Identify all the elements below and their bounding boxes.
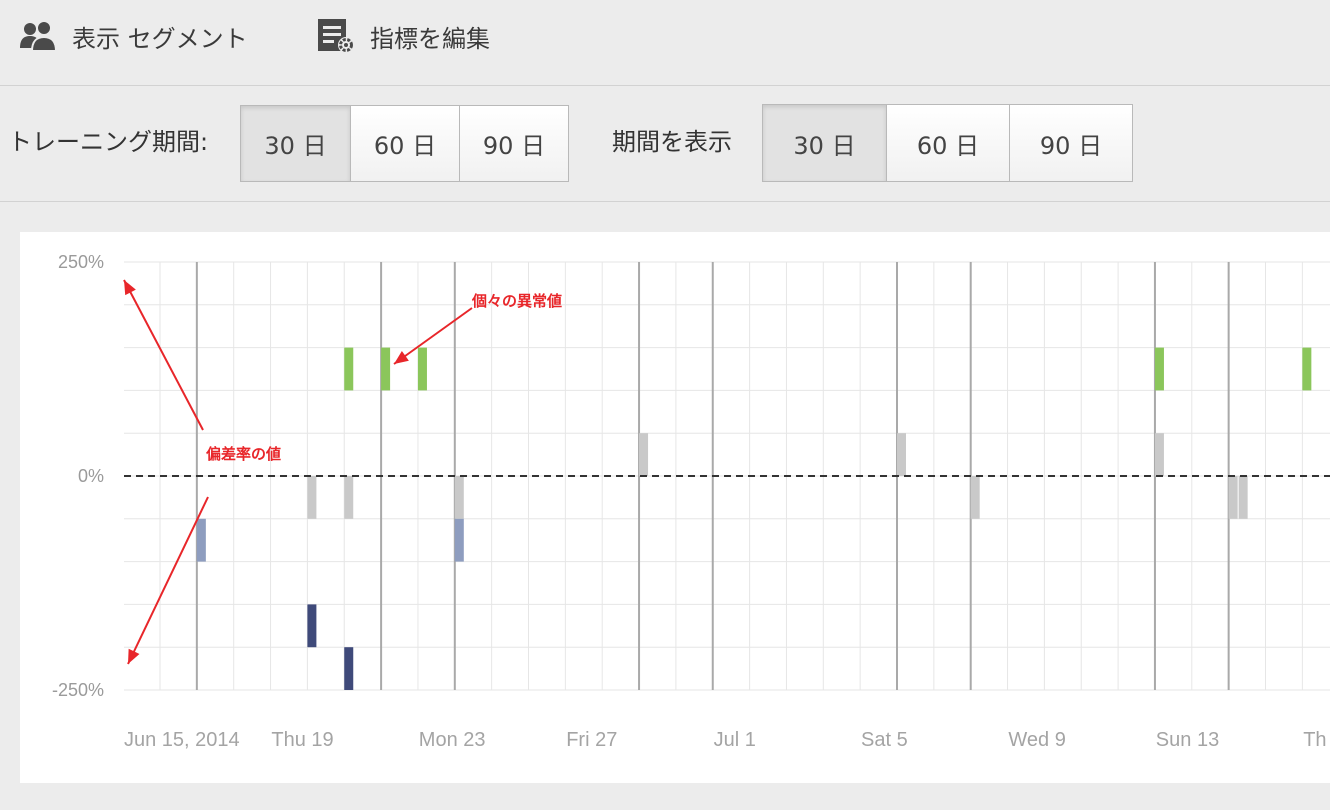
display-period-label: 期間を表示 bbox=[612, 128, 732, 156]
anomaly-bar bbox=[1238, 476, 1248, 519]
anomaly-bar bbox=[454, 476, 464, 519]
display-period-group: 30 日 60 日 90 日 bbox=[762, 104, 1133, 182]
training-60-days-button[interactable]: 60 日 bbox=[350, 106, 459, 181]
anomaly-bar bbox=[417, 347, 427, 391]
edit-metrics-label: 指標を編集 bbox=[370, 24, 490, 53]
training-period-group: 30 日 60 日 90 日 bbox=[240, 105, 569, 182]
x-tick-label: Jun 15, 2014 bbox=[124, 729, 240, 751]
deviation-rate-annotation: 偏差率の値 bbox=[206, 445, 282, 463]
anomaly-bar bbox=[1302, 347, 1312, 391]
training-period-label: トレーニング期間: bbox=[8, 128, 209, 156]
anomaly-bar bbox=[639, 433, 649, 476]
training-30-days-button[interactable]: 30 日 bbox=[241, 106, 350, 181]
anomaly-bar bbox=[1154, 347, 1164, 391]
x-tick-label: Wed 9 bbox=[1008, 729, 1065, 751]
y-tick-label: 0% bbox=[78, 466, 104, 486]
users-icon bbox=[18, 16, 58, 56]
y-tick-label: 250% bbox=[58, 252, 104, 272]
individual-anomaly-annotation: 個々の異常値 bbox=[472, 292, 563, 310]
annotation-arrow bbox=[123, 279, 204, 431]
anomaly-bar bbox=[307, 476, 317, 519]
x-tick-label: Sat 5 bbox=[861, 729, 908, 751]
x-tick-label: Mon 23 bbox=[419, 729, 486, 751]
anomaly-bar bbox=[381, 347, 391, 391]
show-segment-button[interactable]: 表示 セグメント bbox=[18, 14, 248, 58]
display-60-days-button[interactable]: 60 日 bbox=[886, 105, 1009, 181]
anomaly-bar bbox=[344, 347, 354, 391]
x-tick-label: Sun 13 bbox=[1156, 729, 1219, 751]
anomaly-bar bbox=[897, 433, 906, 476]
anomaly-bar bbox=[1154, 433, 1164, 476]
toolbar: 表示 セグメント 指標を編集 bbox=[0, 0, 1330, 86]
annotation-arrow bbox=[393, 307, 473, 365]
anomaly-bar bbox=[344, 476, 354, 519]
annotation-arrowhead bbox=[394, 350, 409, 364]
x-tick-label: Thu 19 bbox=[271, 729, 333, 751]
anomaly-bar bbox=[307, 604, 317, 648]
edit-metrics-button[interactable]: 指標を編集 bbox=[316, 14, 490, 58]
anomaly-bar bbox=[196, 518, 206, 562]
x-tick-label: Jul 1 bbox=[714, 729, 756, 751]
anomaly-bar bbox=[454, 518, 464, 562]
anomaly-chart: 250% 0% -250% Jun 15, 2014 Thu 19 Mon 23 Fri … bbox=[52, 252, 1330, 751]
display-30-days-button[interactable]: 30 日 bbox=[763, 105, 886, 181]
anomaly-bar bbox=[970, 476, 980, 519]
x-tick-label: Fri 27 bbox=[566, 729, 617, 751]
x-tick-label: Th bbox=[1303, 729, 1326, 751]
edit-metrics-icon bbox=[316, 16, 356, 56]
display-90-days-button[interactable]: 90 日 bbox=[1009, 105, 1132, 181]
anomaly-bar bbox=[1228, 476, 1238, 519]
y-tick-label: -250% bbox=[52, 680, 104, 700]
training-90-days-button[interactable]: 90 日 bbox=[459, 106, 568, 181]
show-segment-label: 表示 セグメント bbox=[72, 24, 248, 53]
anomaly-chart-panel: 250% 0% -250% Jun 15, 2014 Thu 19 Mon 23 Fri … bbox=[20, 232, 1330, 783]
anomaly-bar bbox=[344, 647, 354, 690]
